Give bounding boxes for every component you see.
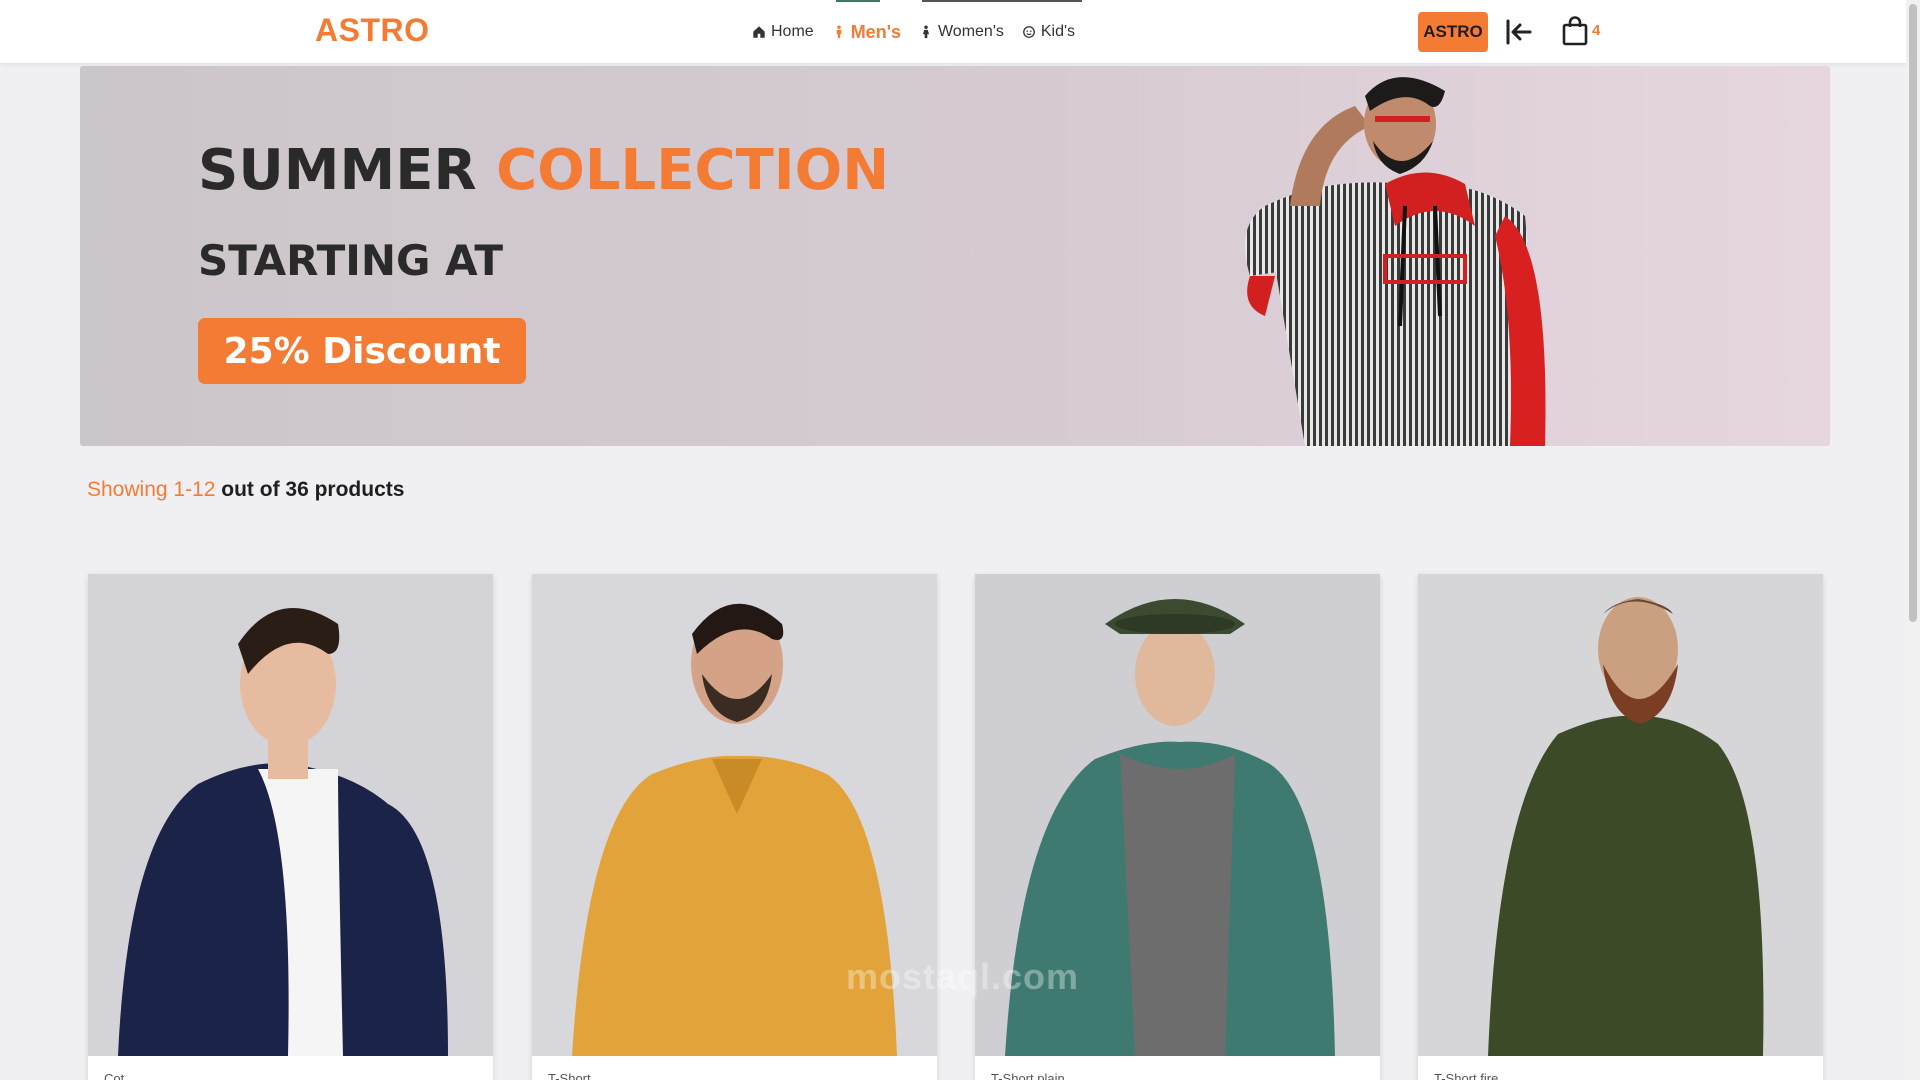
active-tab-indicator [835, 0, 880, 2]
hero-banner[interactable]: SUMMER COLLECTION STARTING AT 25% Discou… [80, 66, 1830, 446]
product-name[interactable]: T-Short fire [1434, 1071, 1498, 1080]
hero-title-part2: COLLECTION [496, 138, 890, 203]
nav-link-womens[interactable]: Women's [919, 0, 1004, 64]
results-summary: Showing 1-12 out of 36 products [87, 478, 404, 502]
results-total: out of 36 products [221, 478, 405, 501]
hero-model-image [1245, 77, 1546, 446]
product-name[interactable]: T-Short plain [991, 1071, 1065, 1080]
top-navbar: ASTRO Home Men's Women's Kid's ASTRO 4 [0, 0, 1906, 64]
product-card[interactable]: T-Short fire [1418, 574, 1823, 1080]
hero-title: SUMMER COLLECTION [198, 138, 889, 203]
hero-title-part1: SUMMER [198, 138, 477, 203]
nav-link-label: Home [771, 23, 814, 40]
product-image[interactable] [1418, 574, 1823, 1056]
shopping-bag-icon[interactable] [1562, 16, 1588, 46]
hero-subtitle: STARTING AT [198, 236, 504, 285]
nav-link-mens[interactable]: Men's [832, 0, 901, 64]
product-card[interactable]: T-Short plain [975, 574, 1380, 1080]
product-name[interactable]: T-Short [548, 1071, 591, 1080]
user-account-button[interactable]: ASTRO [1418, 12, 1488, 52]
product-card[interactable]: Cot... [88, 574, 493, 1080]
nav-link-label: Women's [937, 23, 1004, 40]
product-name[interactable]: Cot... [104, 1071, 135, 1080]
page-scrollbar-thumb[interactable] [1909, 4, 1917, 622]
child-icon [1022, 26, 1035, 38]
brand-logo[interactable]: ASTRO [315, 12, 430, 49]
man-icon [836, 25, 841, 39]
watermark-text: mostaql.com [846, 956, 1080, 997]
nav-link-label: Men's [850, 21, 901, 42]
product-photo-olive [1418, 574, 1823, 1056]
results-range: Showing 1-12 [87, 478, 216, 501]
main-nav: Home Men's Women's Kid's [752, 0, 1075, 64]
home-icon [753, 26, 765, 38]
product-card[interactable]: T-Short [532, 574, 937, 1080]
nav-link-kids[interactable]: Kid's [1022, 0, 1075, 64]
cart-count-badge[interactable]: 4 [1592, 22, 1600, 39]
logout-icon[interactable] [1504, 18, 1534, 46]
product-image[interactable] [88, 574, 493, 1056]
nav-link-home[interactable]: Home [752, 0, 814, 64]
nav-link-label: Kid's [1040, 23, 1076, 40]
discount-button[interactable]: 25% Discount [198, 318, 526, 384]
woman-icon [922, 25, 930, 39]
product-photo-jacket [88, 574, 493, 1056]
